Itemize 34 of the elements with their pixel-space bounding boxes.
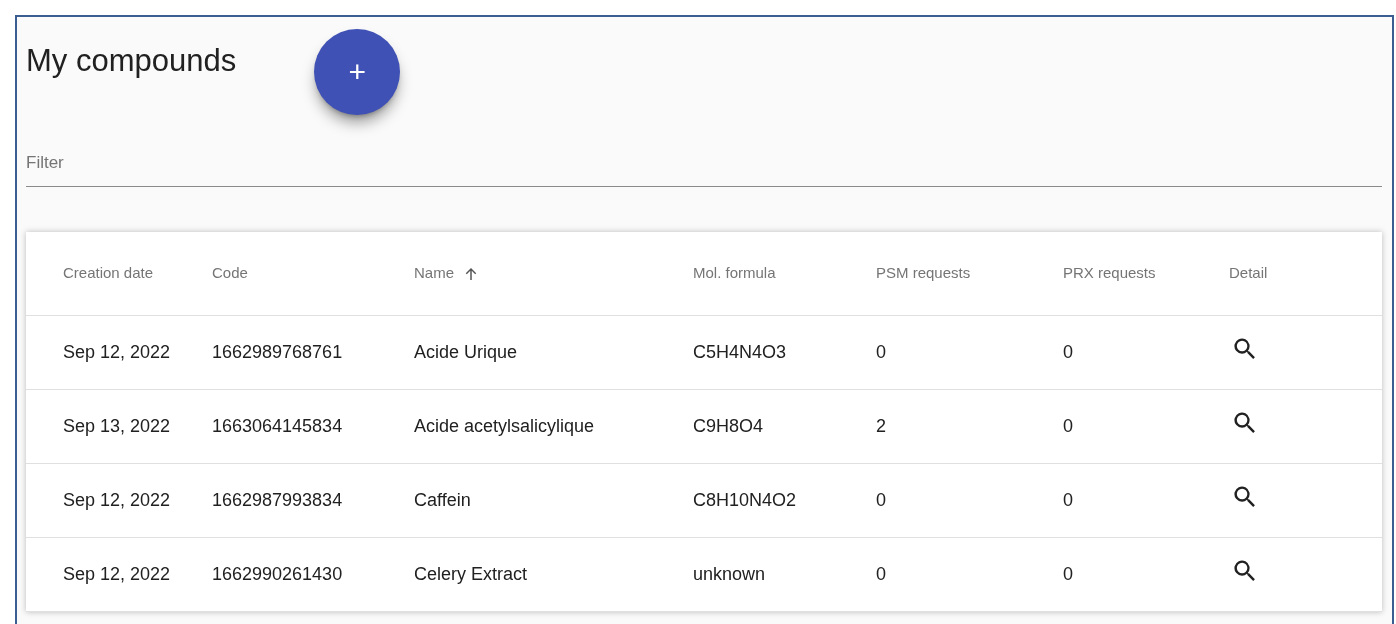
table-cell: 1662989768761 (212, 342, 343, 362)
table-cell: Sep 13, 2022 (63, 416, 171, 436)
table-cell: 0 (1063, 342, 1073, 362)
table-cell: C5H4N4O3 (693, 342, 787, 362)
table-cell: Acide Urique (414, 342, 518, 362)
table-cell: C9H8O4 (693, 416, 764, 436)
page-title: My compounds (26, 42, 237, 80)
table-cell: 1662990261430 (212, 564, 343, 584)
table-cell: 0 (1063, 490, 1073, 510)
table-cell: 1662987993834 (212, 490, 343, 510)
table-cell: Caffein (414, 490, 471, 510)
column-header[interactable]: PRX requests (1063, 262, 1156, 285)
table-cell: Celery Extract (414, 564, 528, 584)
table-cell: Sep 12, 2022 (63, 490, 171, 510)
table-cell: Acide acetylsalicylique (414, 416, 595, 436)
column-header[interactable]: Code (212, 262, 248, 285)
column-header[interactable]: Mol. formula (693, 262, 776, 285)
table-cell: 2 (876, 416, 886, 436)
table-cell: 0 (876, 342, 886, 362)
column-header[interactable]: Name (414, 262, 454, 285)
table-cell: 1663064145834 (212, 416, 343, 436)
table-cell: C8H10N4O2 (693, 490, 797, 510)
column-header[interactable]: Creation date (63, 262, 154, 285)
filter-field[interactable]: Filter (26, 139, 1382, 187)
table-cell: 0 (1063, 416, 1073, 436)
table-cell: Sep 12, 2022 (63, 564, 171, 584)
column-header[interactable]: Detail (1229, 262, 1268, 285)
table-cell: 0 (1063, 564, 1073, 584)
table-cell: Sep 12, 2022 (63, 342, 171, 362)
add-button[interactable]: + (314, 29, 401, 115)
column-header[interactable]: PSM requests (876, 262, 971, 285)
table-cell: 0 (876, 490, 886, 510)
table-cell: 0 (876, 564, 886, 584)
table-cell: unknown (693, 564, 766, 584)
